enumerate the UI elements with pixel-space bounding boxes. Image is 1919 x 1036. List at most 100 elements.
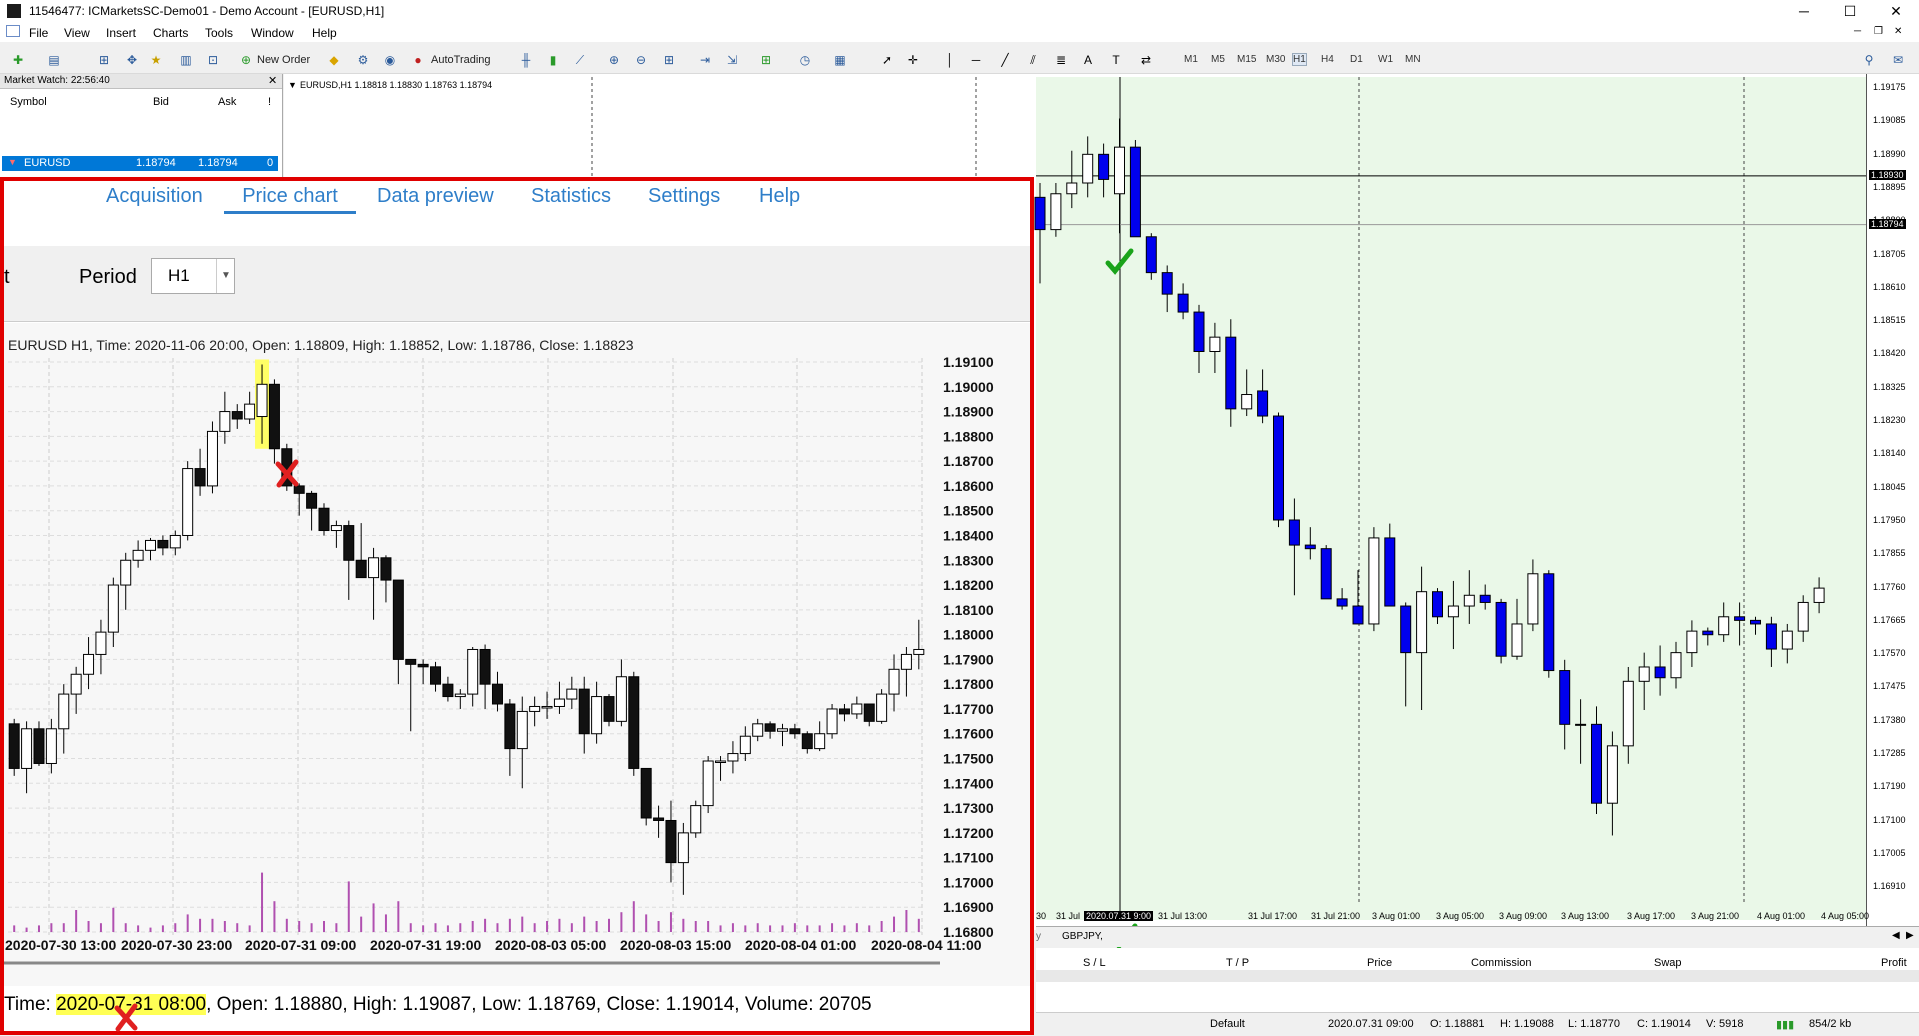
price-axis-label: 1.18895 xyxy=(1873,181,1906,192)
status-traffic: 854/2 kb xyxy=(1809,1018,1852,1030)
mt-candle-body xyxy=(1114,146,1125,195)
mt-candle-body xyxy=(1622,680,1634,747)
price-axis-label: 1.16910 xyxy=(1873,881,1906,892)
connection-icon: ▮▮▮ xyxy=(1776,1019,1795,1031)
mt-candle-body xyxy=(1479,594,1491,603)
mt-candle-body xyxy=(1400,605,1412,654)
mt-candle-body xyxy=(1161,272,1173,295)
col-swap[interactable]: Swap xyxy=(1654,957,1682,969)
mt-candle-body xyxy=(1225,336,1237,410)
tab-acquisition[interactable]: Acquisition xyxy=(106,181,203,211)
price-axis-label: 1.18705 xyxy=(1873,248,1906,259)
mt-candle-body xyxy=(1606,745,1618,804)
tab-price-chart[interactable]: Price chart xyxy=(224,181,356,214)
price-axis-label: 1.19085 xyxy=(1873,115,1906,126)
mt-candle-body xyxy=(1638,666,1650,682)
mt-candle-body xyxy=(1463,594,1475,607)
price-axis-label: 1.18140 xyxy=(1873,448,1906,459)
tab-help[interactable]: Help xyxy=(759,181,800,211)
mt4-price-axis: 1.191751.190851.189901.188951.188001.187… xyxy=(1866,74,1919,930)
mt-candle-body xyxy=(1066,182,1078,195)
mt-candle-body xyxy=(1050,193,1062,231)
status-bar: Default 2020.07.31 09:00 O: 1.18881 H: 1… xyxy=(1036,1012,1919,1036)
tab-data-preview[interactable]: Data preview xyxy=(377,181,494,211)
external-app-window: Acquisition Price chart Data preview Sta… xyxy=(0,177,1034,1035)
mt-candle-body xyxy=(1575,723,1587,726)
horizontal-scrollbar[interactable] xyxy=(1036,970,1919,982)
mt-candle-body xyxy=(1257,390,1269,417)
mt-candle-body xyxy=(1336,598,1348,607)
price-chart-panel[interactable]: EURUSD H1, Time: 2020-11-06 20:00, Open:… xyxy=(4,323,1030,1013)
mt-candle-body xyxy=(1702,630,1714,636)
mt-candle-body xyxy=(1686,630,1698,654)
tab-statistics[interactable]: Statistics xyxy=(531,181,611,211)
period-label: Period xyxy=(79,266,137,288)
footer-info: Time: 2020-07-31 08:00, Open: 1.18880, H… xyxy=(4,994,872,1016)
tabs-scroll-left-icon[interactable]: ◀ xyxy=(1892,930,1900,941)
crosshair-price-label: 1.18930 xyxy=(1869,169,1906,180)
footer-prefix: Time: xyxy=(4,994,57,1015)
status-time: 2020.07.31 09:00 xyxy=(1328,1018,1414,1030)
mt-candle-body xyxy=(1352,605,1364,625)
status-low: L: 1.18770 xyxy=(1568,1018,1620,1030)
mt-candle-body xyxy=(1750,619,1761,625)
status-profile: Default xyxy=(1210,1018,1245,1030)
candle-info-footer: Time: 2020-07-31 08:00, Open: 1.18880, H… xyxy=(4,986,1030,1031)
clipped-label: t xyxy=(4,266,10,288)
tab-settings[interactable]: Settings xyxy=(648,181,720,211)
status-high: H: 1.19088 xyxy=(1500,1018,1554,1030)
price-axis-label: 1.18045 xyxy=(1873,481,1906,492)
mt-candle-body xyxy=(1241,394,1253,410)
mt-candle-body xyxy=(1384,537,1396,607)
price-axis-label: 1.17760 xyxy=(1873,581,1906,592)
mt-candle-body xyxy=(1734,616,1746,621)
chevron-down-icon[interactable]: ▼ xyxy=(216,259,235,293)
terminal-panel: S / L T / P Price Commission Swap Profit xyxy=(1036,948,1919,1012)
col-commission[interactable]: Commission xyxy=(1471,957,1532,969)
footer-ohlcv: , Open: 1.18880, High: 1.19087, Low: 1.1… xyxy=(206,994,872,1015)
chart-tab-clipped[interactable]: y xyxy=(1036,931,1041,942)
mt-candle-body xyxy=(1447,605,1459,618)
tabs-scroll-right-icon[interactable]: ▶ xyxy=(1906,930,1914,941)
mt-candle-body xyxy=(1813,587,1825,603)
mt-candle-body xyxy=(1034,196,1046,231)
footer-time-highlight: 2020-07-31 08:00 xyxy=(56,994,207,1015)
mt-candle-body xyxy=(1432,591,1443,618)
price-axis-label: 1.18610 xyxy=(1873,281,1906,292)
price-axis-label: 1.17285 xyxy=(1873,748,1906,758)
mt-candle-body xyxy=(1209,336,1221,352)
col-tp[interactable]: T / P xyxy=(1226,957,1249,969)
price-axis-label: 1.18990 xyxy=(1873,148,1906,159)
mt-candle-body xyxy=(1320,548,1332,600)
price-axis-label: 1.17950 xyxy=(1873,514,1906,525)
price-axis-label: 1.17100 xyxy=(1873,814,1906,825)
mt-candle-body xyxy=(1273,415,1284,521)
mt-candle-body xyxy=(1718,616,1730,636)
mt-candle-body xyxy=(1765,623,1777,650)
price-axis-label: 1.19175 xyxy=(1873,82,1906,92)
chart-tab-gbpjpy[interactable]: GBPJPY, xyxy=(1062,931,1103,942)
mt-candle-body xyxy=(1098,153,1110,180)
mt-candle-body xyxy=(1193,311,1205,352)
price-axis-label: 1.18420 xyxy=(1873,348,1906,359)
mt-candle-body xyxy=(1082,153,1094,184)
price-axis-label: 1.17665 xyxy=(1873,614,1906,625)
mt-candle-body xyxy=(1654,666,1666,679)
mt-candle-body xyxy=(1304,544,1316,550)
price-axis-label: 1.17855 xyxy=(1873,548,1906,559)
mt-candle-body xyxy=(1559,670,1571,725)
col-sl[interactable]: S / L xyxy=(1083,957,1106,969)
price-axis-label: 1.17570 xyxy=(1873,648,1906,659)
mt-candle-body xyxy=(1288,519,1300,546)
price-axis-label: 1.18325 xyxy=(1873,381,1906,392)
chart-title: EURUSD H1, Time: 2020-11-06 20:00, Open:… xyxy=(8,337,634,353)
mt-candle-body xyxy=(1670,652,1682,679)
price-axis-label: 1.17190 xyxy=(1873,781,1906,792)
price-axis-label: 1.18515 xyxy=(1873,315,1906,326)
mt-candle-body xyxy=(1368,537,1380,625)
mt-candle-body xyxy=(1416,591,1428,654)
mt-candle-body xyxy=(1527,573,1539,625)
period-select[interactable]: H1 ▼ xyxy=(151,258,235,294)
col-price[interactable]: Price xyxy=(1367,957,1392,969)
col-profit[interactable]: Profit xyxy=(1881,957,1907,969)
